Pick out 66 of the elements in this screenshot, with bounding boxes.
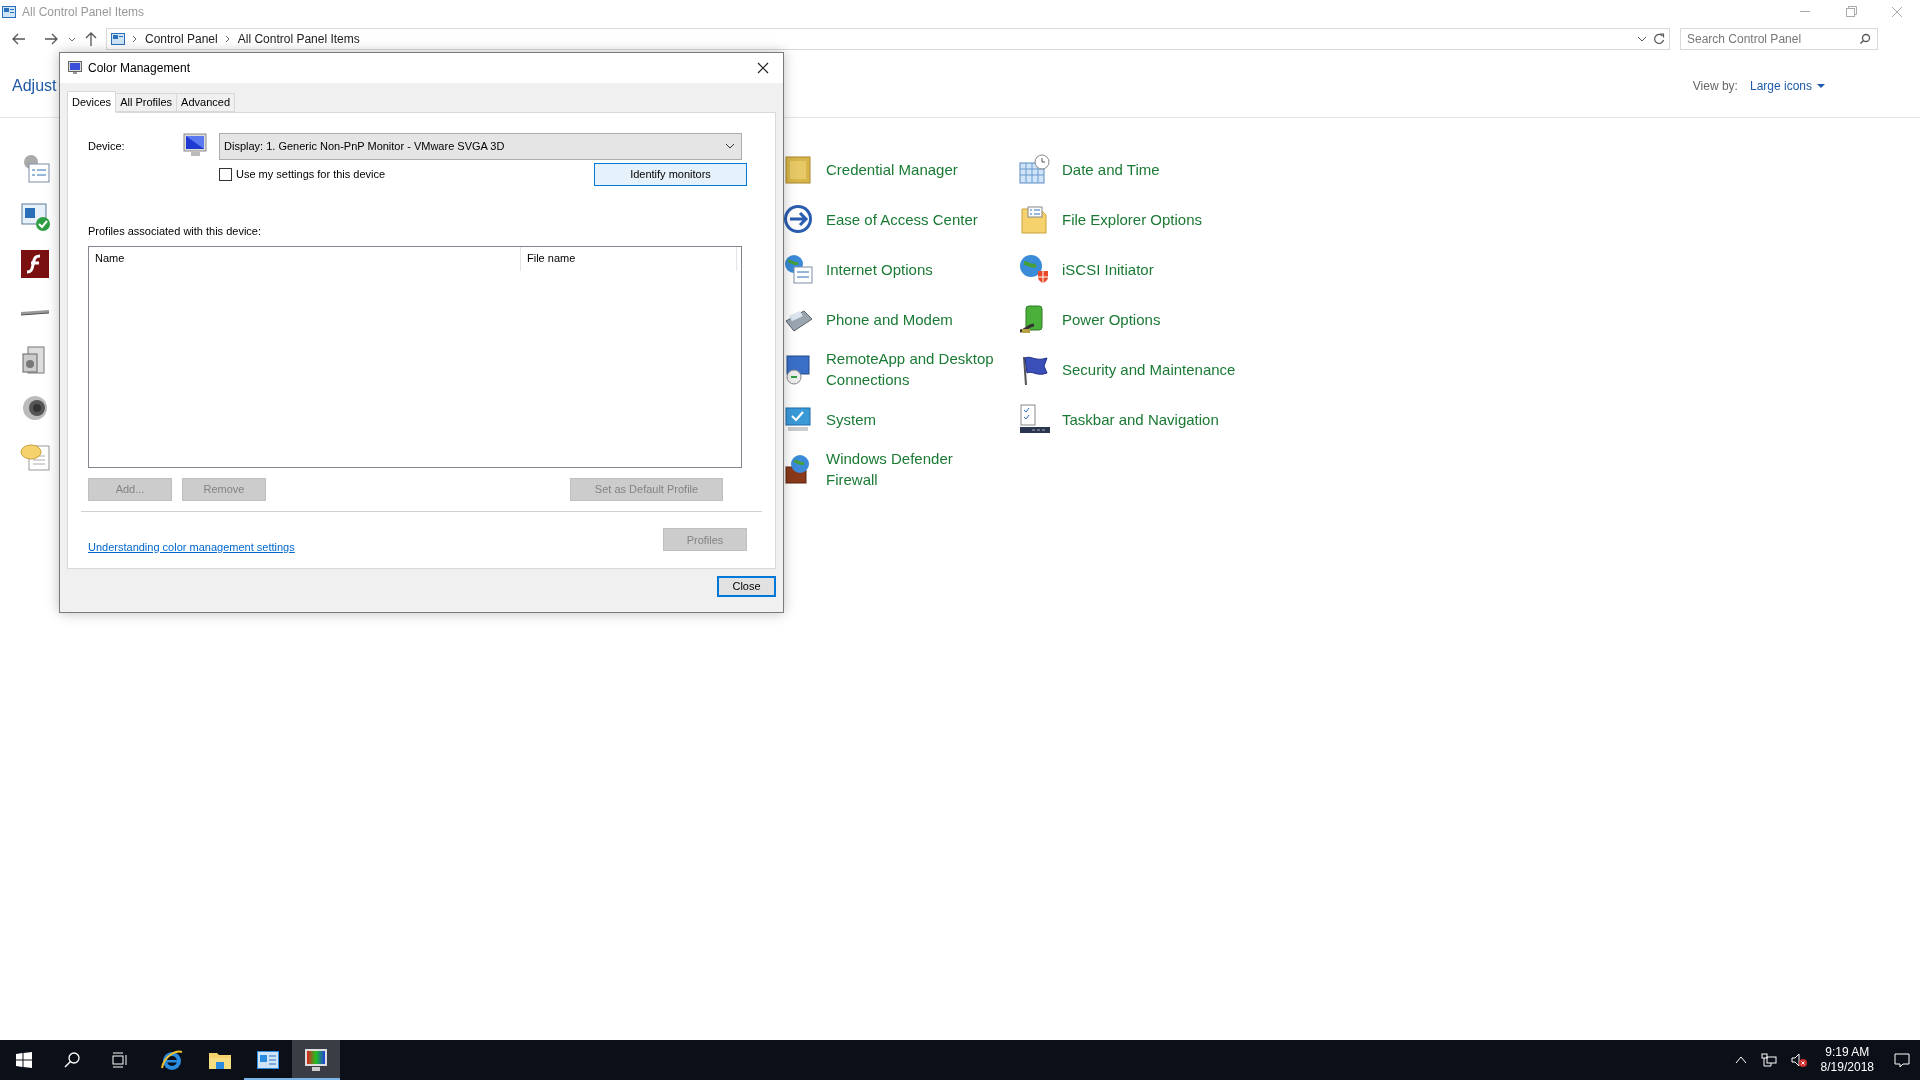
tab[interactable]: All Profiles: [116, 93, 178, 112]
search-icon: [1859, 33, 1871, 45]
device-label: Device:: [88, 138, 126, 154]
monitor-icon: [68, 61, 82, 75]
control-panel-link[interactable]: Ease of Access Center: [826, 208, 1001, 230]
globe-document-icon[interactable]: [782, 253, 814, 285]
monitor-icon: [304, 1048, 328, 1072]
view-by-dropdown[interactable]: Large icons: [1749, 76, 1825, 95]
control-panel-link[interactable]: File Explorer Options: [1062, 208, 1203, 230]
clock-time: 9:19 AM: [1825, 1045, 1870, 1060]
clock[interactable]: 9:19 AM 8/19/2018: [1820, 1045, 1874, 1075]
clock-date: 8/19/2018: [1820, 1060, 1874, 1075]
control-panel-link[interactable]: Power Options: [1062, 308, 1161, 330]
dropdown-caret-icon[interactable]: [1637, 34, 1647, 44]
control-panel-link[interactable]: Internet Options: [826, 258, 1001, 280]
taskbar-checklist-icon[interactable]: [1018, 403, 1050, 435]
control-panel-link[interactable]: Date and Time: [1062, 158, 1160, 180]
control-panel-link[interactable]: iSCSI Initiator: [1062, 258, 1154, 280]
control-panel-link[interactable]: Windows Defender Firewall: [826, 448, 1001, 490]
identify-monitors-button[interactable]: Identify monitors: [594, 162, 747, 186]
browser-icon: [160, 1048, 184, 1072]
folder-icon: [208, 1050, 232, 1070]
page-heading: Adjust: [12, 75, 57, 96]
task-view-icon: [112, 1052, 128, 1068]
taskbar-app-button[interactable]: [292, 1040, 340, 1080]
notification-icon[interactable]: [1894, 1052, 1910, 1068]
windows-logo-icon: [16, 1052, 32, 1068]
control-panel-link[interactable]: Credential Manager: [826, 158, 1001, 180]
window-title: All Control Panel Items: [22, 4, 145, 21]
control-panel-link[interactable]: Taskbar and Navigation: [1062, 408, 1219, 430]
control-panel-icon: [2, 6, 16, 18]
tab[interactable]: Devices: [67, 91, 117, 113]
caret-icon: [1817, 82, 1825, 89]
flash-icon[interactable]: [19, 248, 51, 280]
breadcrumb[interactable]: Control Panel: [145, 30, 218, 48]
column-header[interactable]: File name: [521, 246, 737, 271]
address-bar[interactable]: Control Panel All Control Panel Items: [106, 28, 1670, 50]
view-by-label: View by:: [1692, 77, 1738, 95]
help-link[interactable]: Understanding color management settings: [88, 538, 295, 555]
tab[interactable]: Advanced: [177, 93, 236, 112]
close-button[interactable]: Close: [717, 576, 776, 597]
control-panel-link[interactable]: RemoteApp and Desktop Connections: [826, 348, 1001, 390]
muted-speaker-icon[interactable]: [1790, 1053, 1807, 1067]
control-panel-icon: [111, 33, 125, 45]
search-input[interactable]: Search Control Panel: [1687, 30, 1859, 48]
search-field[interactable]: Search Control Panel: [1680, 28, 1878, 50]
control-panel-icon: [257, 1051, 279, 1069]
accessibility-icon[interactable]: [782, 203, 814, 235]
chevron-icon: [131, 34, 139, 44]
chevron-up-icon[interactable]: [1734, 1055, 1747, 1065]
network-icon[interactable]: [1760, 1053, 1777, 1067]
control-panel-link[interactable]: Phone and Modem: [826, 308, 1001, 330]
column-header[interactable]: Name: [89, 246, 521, 271]
refresh-icon[interactable]: [1653, 32, 1665, 46]
chevron-down-icon: [725, 142, 735, 150]
chevron-icon: [223, 34, 232, 44]
device-dropdown[interactable]: Display: 1. Generic Non-PnP Monitor - VMware SVGA 3D: [219, 132, 742, 160]
search-icon: [64, 1052, 80, 1068]
settings-checkbox[interactable]: Use my settings for this device: [219, 165, 386, 183]
profiles-label: Profiles associated with this device:: [88, 224, 263, 239]
control-panel-link[interactable]: System: [826, 408, 1001, 430]
monitor-check-icon[interactable]: [19, 200, 51, 232]
globe-shield-icon[interactable]: [1018, 253, 1050, 285]
control-panel-link[interactable]: Security and Maintenance: [1062, 358, 1236, 380]
dialog-title: Color Management: [88, 60, 191, 77]
breadcrumb[interactable]: All Control Panel Items: [237, 30, 360, 48]
